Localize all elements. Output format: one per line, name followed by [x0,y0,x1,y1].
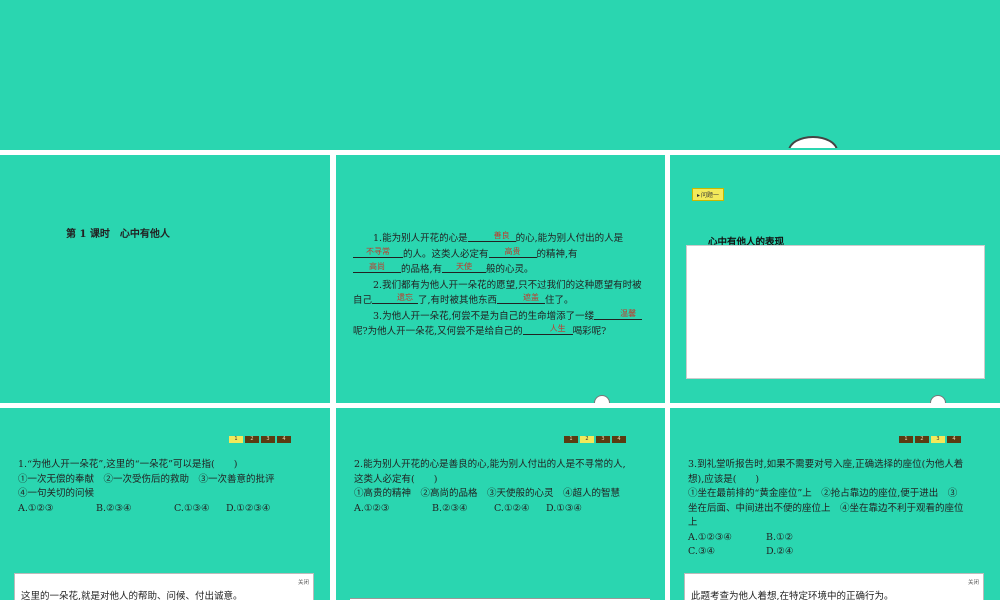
option-a[interactable]: A.①②③ [354,502,432,517]
question-stem: 2.能为别人开花的心是善良的心,能为别人付出的人是不寻常的人, [354,459,626,470]
pager-button-4[interactable]: 4 [612,436,626,443]
pager-button-4[interactable]: 4 [277,436,291,443]
answer-blank: 天使 [442,262,487,273]
slide-question-2[interactable]: 1 2 3 4 2.能为别人开花的心是善良的心,能为别人付出的人是不寻常的人, … [336,408,665,600]
answer-popup: 关闭 此题考查为他人着想,在特定环境中的正确行为。 [684,573,984,600]
answer-blank: 不寻常 [353,247,403,258]
previous-slide-band [0,0,1000,150]
pager-button-3[interactable]: 3 [596,436,610,443]
answer-blank: 高尚 [353,262,401,273]
pager-button-2[interactable]: 2 [580,436,594,443]
option-d[interactable]: D.①②③④ [226,502,304,517]
pager-button-2[interactable]: 2 [245,436,259,443]
close-button[interactable]: 关闭 [968,578,979,586]
question-pager: 1 2 3 4 [564,436,626,443]
option-a[interactable]: A.①②③ [18,502,96,517]
lesson-title-text: 心中有他人 [119,229,170,240]
option-d[interactable]: D.②④ [766,545,844,560]
answer-blank: 高贵 [488,247,537,258]
content-panel [686,245,985,379]
answer-blank: 善良 [467,231,516,242]
option-b[interactable]: B.②③④ [432,502,494,517]
answer-explanation: 这里的一朵花,就是对他人的帮助、问候、付出诚意。 [21,591,243,600]
answer-blank: 遮盖 [497,293,546,304]
question-stem: 3.到礼堂听报告时,如果不需要对号入座,正确选择的座位(为他人着 [688,459,964,470]
decorative-bump-icon [930,395,946,403]
close-button[interactable]: 关闭 [298,578,309,586]
slide-question-1[interactable]: 1 2 3 4 1.“为他人开一朵花”,这里的“一朵花”可以是指( ) ①一次无… [0,408,330,600]
answer-blank: 人生 [522,324,573,335]
decorative-bump-icon [594,395,610,403]
question-body: 3.到礼堂听报告时,如果不需要对号入座,正确选择的座位(为他人着 想),应该是(… [688,458,986,560]
slide-fill-in-summary[interactable]: 1.能为别人开花的心是 善良 的心,能为别人付出的人是 不寻常 的人。这类人必定有 高贵… [336,155,665,403]
question-options: A.①②③④ B.①② [688,531,986,546]
answer-blank: 遗忘 [372,293,419,304]
summary-text: 1.能为别人开花的心是 善良 的心,能为别人付出的人是 不寻常 的人。这类人必定有 高贵… [353,231,649,340]
question-body: 1.“为他人开一朵花”,这里的“一朵花”可以是指( ) ①一次无偿的奉献 ②一次… [18,458,316,516]
option-c[interactable]: C.③④ [688,545,766,560]
pager-button-3[interactable]: 3 [261,436,275,443]
question-body: 2.能为别人开花的心是善良的心,能为别人付出的人是不寻常的人, 这类人必定有( … [354,458,652,516]
summary-paragraph-2: 2.我们都有为他人开一朵花的愿望,只不过我们的这种愿望有时被自己 遗忘 了,有时被其… [353,279,642,307]
pager-button-1[interactable]: 1 [899,436,913,443]
question-options: A.①②③ B.②③④ C.①②④ D.①③④ [354,502,652,517]
option-b[interactable]: B.①② [766,531,844,546]
question-pager: 1 2 3 4 [899,436,961,443]
slide-question-one[interactable]: 问题一 心中有他人的表现 [670,155,1000,403]
option-c[interactable]: C.①②④ [494,502,546,517]
pager-button-3[interactable]: 3 [931,436,945,443]
slide-question-3[interactable]: 1 2 3 4 3.到礼堂听报告时,如果不需要对号入座,正确选择的座位(为他人着… [670,408,1000,600]
answer-popup: 关闭 这里的一朵花,就是对他人的帮助、问候、付出诚意。 [14,573,314,600]
slide-lesson-title[interactable]: 第 1 课时 心中有他人 [0,155,330,403]
option-a[interactable]: A.①②③④ [688,531,766,546]
pager-button-2[interactable]: 2 [915,436,929,443]
summary-paragraph-3: 3.为他人开一朵花,何尝不是为自己的生命增添了一缕 温馨呢?为他人开一朵花,又何尝… [353,309,649,340]
question-tag[interactable]: 问题一 [692,188,725,201]
question-stem: 1.“为他人开一朵花”,这里的“一朵花”可以是指( ) [18,459,238,470]
summary-paragraph-1: 1.能为别人开花的心是 善良 的心,能为别人付出的人是 [373,231,624,244]
lesson-heading: 第 1 课时 心中有他人 [66,225,180,240]
answer-blank: 温馨 [594,309,643,320]
question-options: A.①②③ B.②③④ C.①③④ D.①②③④ [18,502,316,517]
answer-explanation: 此题考查为他人着想,在特定环境中的正确行为。 [691,591,894,600]
question-pager: 1 2 3 4 [229,436,291,443]
option-d[interactable]: D.①③④ [546,502,624,517]
option-c[interactable]: C.①③④ [174,502,226,517]
pager-button-1[interactable]: 1 [564,436,578,443]
pager-button-4[interactable]: 4 [947,436,961,443]
lesson-number: 第 1 课时 [66,229,110,240]
pager-button-1[interactable]: 1 [229,436,243,443]
option-b[interactable]: B.②③④ [96,502,174,517]
